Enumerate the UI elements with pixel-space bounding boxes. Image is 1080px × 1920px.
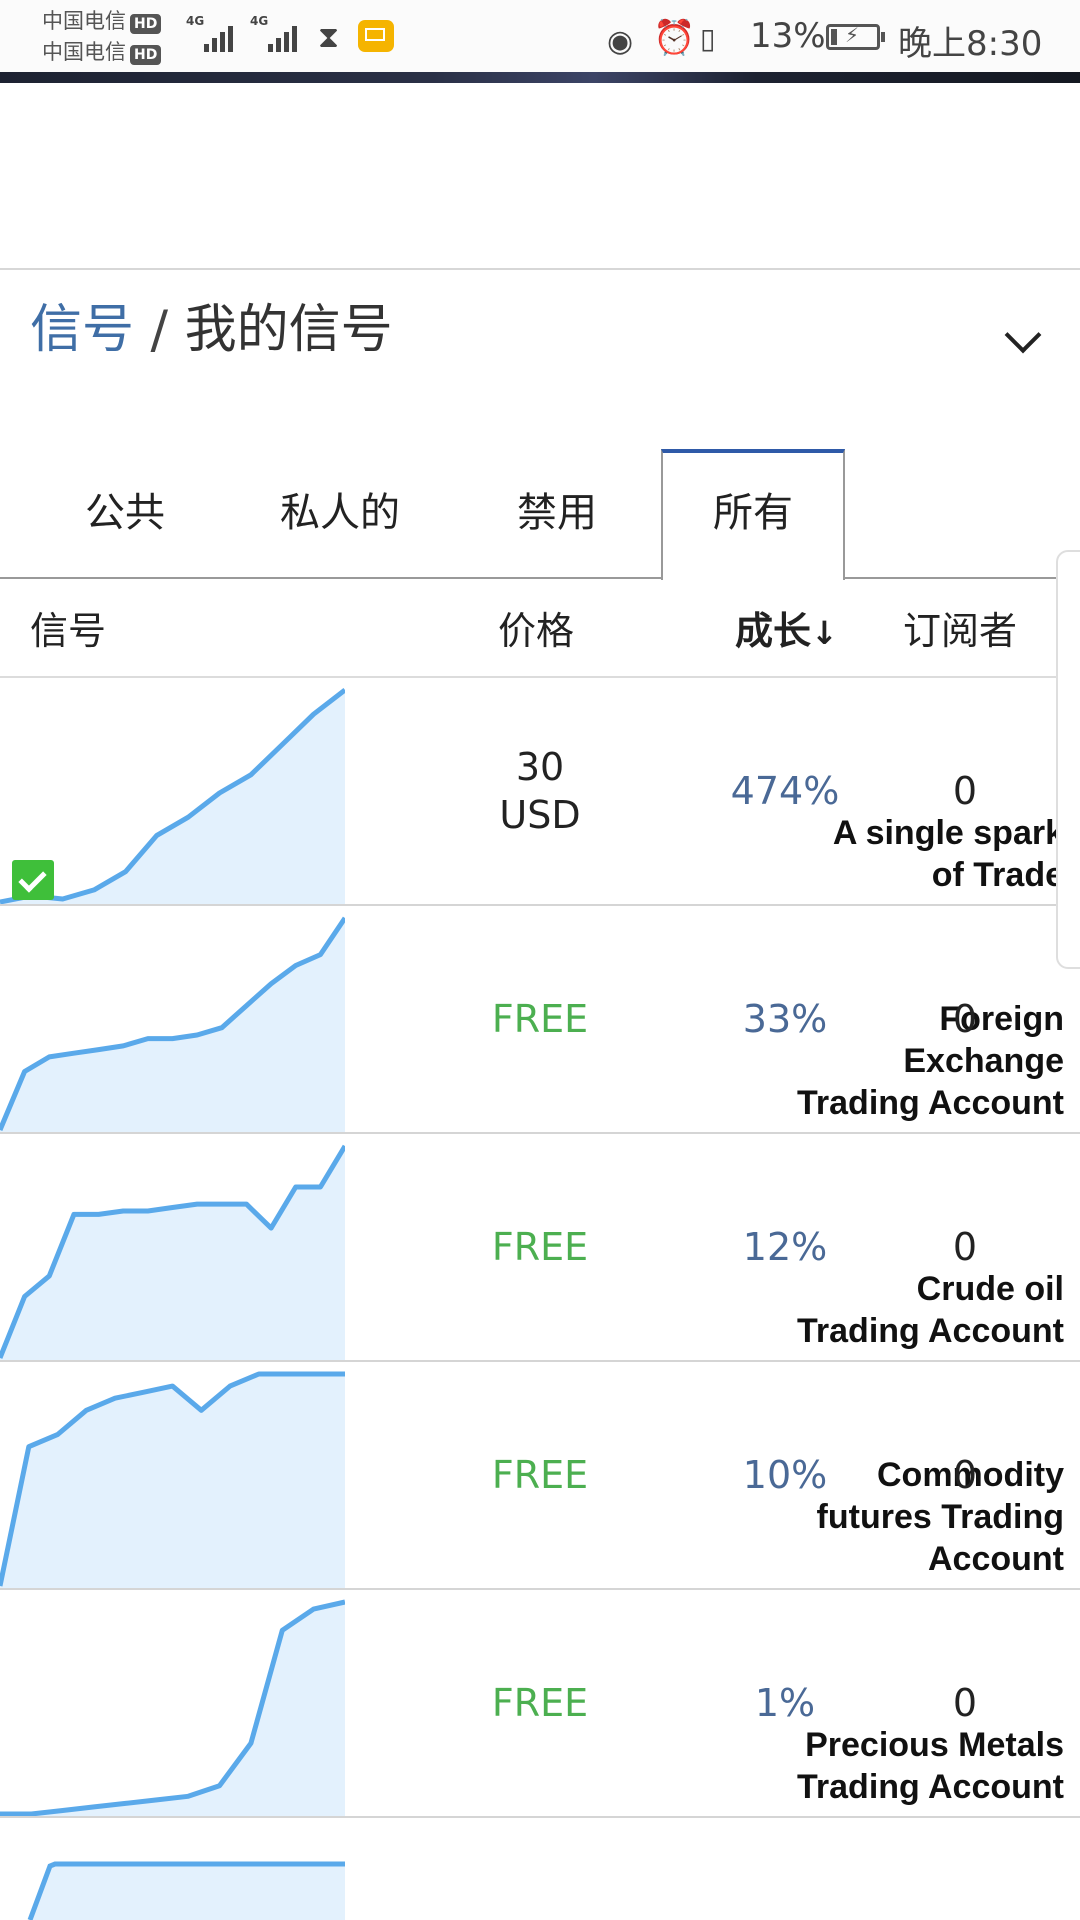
price-amount: 30 <box>515 745 565 789</box>
signal-growth: 1% <box>754 1681 816 1725</box>
divider <box>0 268 1080 270</box>
equity-sparkline <box>0 1134 345 1360</box>
equity-sparkline <box>27 1861 345 1920</box>
sparkline-area <box>0 1602 345 1816</box>
signal-subscribers: 0 <box>952 769 978 813</box>
hd-badge: HD <box>130 45 162 65</box>
column-header-growth[interactable]: 成长↓ <box>735 600 838 655</box>
table-row[interactable]: Precious Metals Trading Account FREE 1% … <box>0 1590 1080 1818</box>
breadcrumb-separator: / <box>150 300 169 360</box>
banner-image-edge <box>0 72 1080 83</box>
equity-sparkline <box>0 906 345 1132</box>
sparkline-svg <box>0 1599 345 1816</box>
sparkline-svg <box>0 916 345 1132</box>
sparkline-area <box>0 1146 345 1360</box>
chevron-down-icon[interactable] <box>1004 316 1042 354</box>
signal-price: FREE <box>491 1681 589 1725</box>
tab-disabled[interactable]: 禁用 <box>512 480 602 540</box>
signal-icon: 4G <box>250 14 306 60</box>
sort-descending-icon: ↓ <box>811 614 838 652</box>
breadcrumb-signals-link[interactable]: 信号 <box>30 300 134 360</box>
hourglass-icon: ⧗ <box>318 20 340 55</box>
carrier-1: 中国电信 <box>42 9 126 33</box>
column-header-signal[interactable]: 信号 <box>30 600 106 655</box>
signal-price: 30 USD <box>440 678 640 904</box>
battery-percent: 13% <box>750 16 826 56</box>
network-type-label: 4G <box>250 14 269 28</box>
signal-growth: 12% <box>742 1225 828 1269</box>
breadcrumb: 信号 / 我的信号 <box>30 295 393 365</box>
signal-price: FREE <box>491 1225 589 1269</box>
equity-sparkline <box>0 1362 345 1588</box>
table-row-partial[interactable] <box>0 1818 1080 1920</box>
signal-price: FREE <box>491 997 589 1041</box>
signal-subscribers: 0 <box>952 1453 978 1497</box>
breadcrumb-current: 我的信号 <box>184 300 393 360</box>
vibrate-icon: ▯ <box>700 22 716 55</box>
carrier-info: 中国电信 HD 中国电信 HD <box>42 6 162 68</box>
battery-charging-icon: ⚡ <box>826 23 885 50</box>
hd-badge: HD <box>130 14 162 34</box>
signal-subscribers: 0 <box>952 1681 978 1725</box>
price-currency: USD <box>499 793 581 837</box>
sparkline-svg <box>0 1371 345 1588</box>
sparkline-area <box>0 1374 345 1588</box>
table-row[interactable]: Commodity futures Trading Account FREE 1… <box>0 1362 1080 1590</box>
tab-all[interactable]: 所有 <box>708 480 798 540</box>
signal-growth: 10% <box>742 1453 828 1497</box>
tab-private[interactable]: 私人的 <box>275 480 405 540</box>
signal-icon: 4G <box>186 14 242 60</box>
equity-sparkline <box>0 1590 345 1816</box>
signal-growth: 33% <box>742 997 828 1041</box>
mail-icon <box>358 20 394 52</box>
eye-icon: ◉ <box>607 24 634 59</box>
signal-subscribers: 0 <box>952 997 978 1041</box>
side-drawer-handle[interactable] <box>1056 550 1080 969</box>
table-row[interactable]: Crude oil Trading Account FREE 12% 0 <box>0 1134 1080 1362</box>
column-header-subscribers[interactable]: 订阅者 <box>903 600 1017 655</box>
signal-subscribers: 0 <box>952 1225 978 1269</box>
table-row[interactable]: A single spark of Trade 30 USD 474% 0 <box>0 678 1080 906</box>
signal-growth: 474% <box>730 769 840 813</box>
column-header-price[interactable]: 价格 <box>498 600 574 655</box>
tab-active-gap <box>663 574 843 580</box>
tabs-baseline <box>0 577 1080 579</box>
sparkline-area <box>0 918 345 1132</box>
status-bar: 中国电信 HD 中国电信 HD 4G 4G ⧗ ◉ ⏰ ▯ 13% ⚡ 晚上8:30 <box>0 0 1080 72</box>
tab-public[interactable]: 公共 <box>80 480 170 540</box>
column-header-growth-label: 成长 <box>735 609 812 653</box>
status-time: 晚上8:30 <box>898 24 1043 64</box>
verified-check-icon <box>12 860 54 900</box>
table-row[interactable]: Foreign Exchange Trading Account FREE 33… <box>0 906 1080 1134</box>
sparkline-svg <box>0 1144 345 1360</box>
alarm-icon: ⏰ <box>653 18 696 58</box>
signal-price: FREE <box>491 1453 589 1497</box>
network-type-label: 4G <box>186 14 205 28</box>
carrier-2: 中国电信 <box>42 40 126 64</box>
